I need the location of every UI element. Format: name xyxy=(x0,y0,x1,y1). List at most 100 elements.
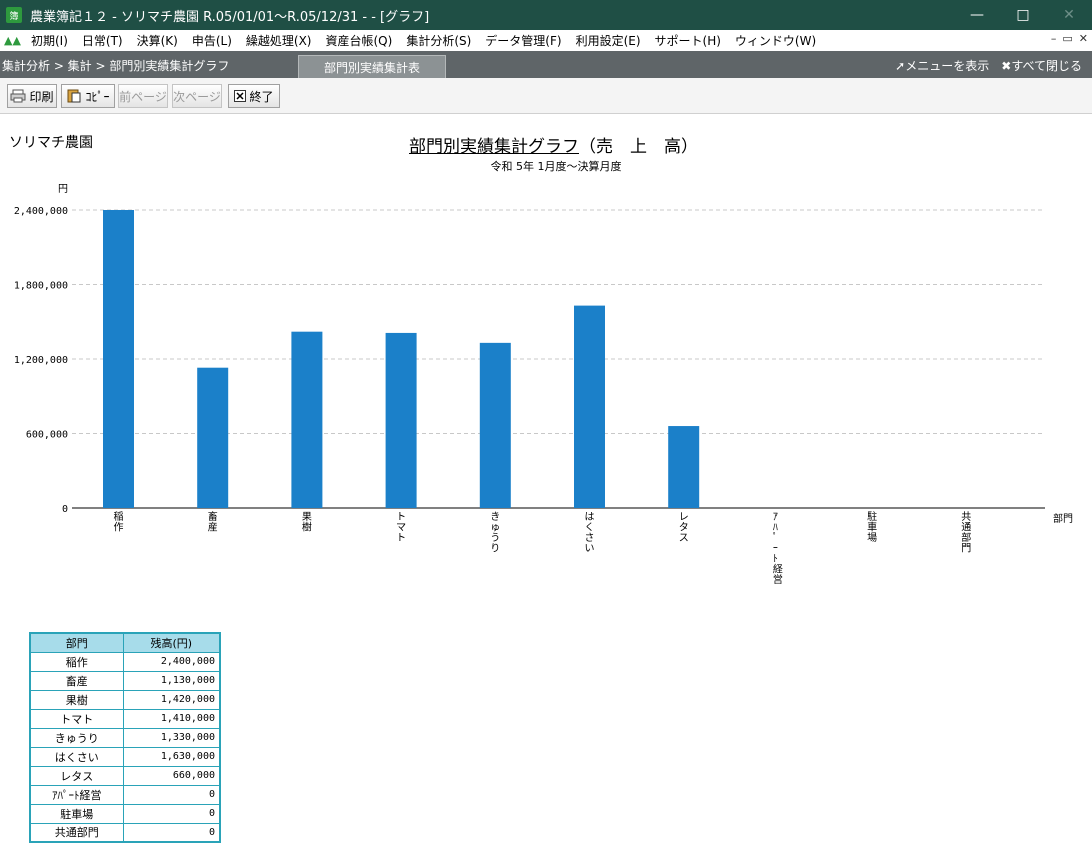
menu-analysis[interactable]: 集計分析(S) xyxy=(399,32,478,49)
bar xyxy=(479,342,511,508)
cell-department: はくさい xyxy=(29,746,124,767)
navigation-bar: 集計分析 > 集計 > 部門別実績集計グラフ 部門別実績集計表 ➚メニューを表示… xyxy=(0,51,1092,78)
data-table: 部門 残高(円) 稲作 2,400,000 畜産 1,130,000 果樹 1,420,0… xyxy=(29,632,221,843)
bar xyxy=(574,305,605,508)
window-title: 農業簿記１２ - ソリマチ農園 R.05/01/01～R.05/12/31 - … xyxy=(30,9,430,25)
cell-balance: 2,400,000 xyxy=(122,651,221,672)
x-tick-label: はくさい xyxy=(585,511,595,555)
table-row: 果樹 1,420,000 xyxy=(29,689,221,710)
print-button[interactable]: 印刷 xyxy=(7,84,57,108)
nav-actions: ➚メニューを表示 ✖すべて閉じる xyxy=(895,57,1082,74)
exit-label: 終了 xyxy=(249,89,274,104)
x-axis-label: 部門 xyxy=(1053,512,1073,525)
table-row: 共通部門 0 xyxy=(29,822,221,843)
table-row: トマト 1,410,000 xyxy=(29,708,221,729)
y-tick-label: 0 xyxy=(62,504,68,515)
close-all-label: すべて閉じる xyxy=(1011,59,1082,73)
x-tick-label: 稲作 xyxy=(114,511,124,534)
show-menu-label: メニューを表示 xyxy=(905,59,990,73)
toolbar: 印刷 ｺﾋﾟｰ 前ページ 次ページ 終了 xyxy=(0,78,1092,114)
y-tick-label: 600,000 xyxy=(26,430,68,441)
bar-chart: 0 600,000 1,200,000 1,800,000 2,400,000 円部門 稲作… xyxy=(14,184,1073,586)
x-tick-label: 共通部門 xyxy=(961,511,971,555)
y-tick-label: 1,800,000 xyxy=(14,281,68,292)
menu-data-management[interactable]: データ管理(F) xyxy=(478,32,568,49)
menu-window[interactable]: ウィンドウ(W) xyxy=(728,32,823,49)
maximize-icon[interactable]: □ xyxy=(1000,0,1046,30)
menu-support[interactable]: サポート(H) xyxy=(648,32,728,49)
cell-balance: 1,420,000 xyxy=(122,689,221,710)
table-row: レタス 660,000 xyxy=(29,765,221,786)
close-icon[interactable]: ✕ xyxy=(1046,0,1092,30)
y-tick-label: 2,400,000 xyxy=(14,206,68,217)
menu-logo-icon: ▲▲ xyxy=(4,34,21,47)
header-balance: 残高(円) xyxy=(122,632,221,653)
printer-icon xyxy=(10,89,26,103)
minimize-icon[interactable]: — xyxy=(954,0,1000,30)
table-row: 駐車場 0 xyxy=(29,803,221,824)
x-tick-label: 畜産 xyxy=(208,510,218,534)
cell-department: 稲作 xyxy=(29,651,124,672)
cell-department: トマト xyxy=(29,708,124,729)
cell-department: 果樹 xyxy=(29,689,124,710)
bar xyxy=(668,426,700,508)
x-tick-label: 果樹 xyxy=(302,511,312,534)
exit-x-icon xyxy=(234,90,247,102)
cell-department: きゅうり xyxy=(29,727,124,748)
bar xyxy=(103,210,134,508)
mdi-controls: – ▭ ✕ xyxy=(1051,32,1088,45)
table-row: ｱﾊﾟｰﾄ経営 0 xyxy=(29,784,221,805)
table-row: 稲作 2,400,000 xyxy=(29,651,221,672)
mdi-restore-icon[interactable]: ▭ xyxy=(1062,32,1072,45)
next-page-button[interactable]: 次ページ xyxy=(172,84,222,108)
cell-balance: 0 xyxy=(122,803,221,824)
cell-department: ｱﾊﾟｰﾄ経営 xyxy=(29,784,124,805)
x-tick-label: きゅうり xyxy=(490,511,500,555)
close-all-button[interactable]: ✖すべて閉じる xyxy=(1001,57,1082,74)
copy-label: ｺﾋﾟｰ xyxy=(85,89,110,104)
cell-balance: 0 xyxy=(122,822,221,843)
breadcrumb: 集計分析 > 集計 > 部門別実績集計グラフ xyxy=(2,59,230,73)
menu-carryover[interactable]: 繰越処理(X) xyxy=(239,32,319,49)
menu-declaration[interactable]: 申告(L) xyxy=(185,32,239,49)
mdi-close-icon[interactable]: ✕ xyxy=(1079,32,1088,45)
bar xyxy=(197,367,229,508)
menu-daily[interactable]: 日常(T) xyxy=(75,32,130,49)
menu-initial[interactable]: 初期(I) xyxy=(24,32,75,49)
menu-asset-ledger[interactable]: 資産台帳(Q) xyxy=(319,32,400,49)
y-axis-label: 円 xyxy=(58,184,68,195)
menu-bar: ▲▲ 初期(I) 日常(T) 決算(K) 申告(L) 繰越処理(X) 資産台帳(… xyxy=(0,30,1092,51)
cell-balance: 660,000 xyxy=(122,765,221,786)
x-tick-label: 駐車場 xyxy=(867,510,877,544)
prev-page-label: 前ページ xyxy=(119,89,167,104)
title-bar: 簿 農業簿記１２ - ソリマチ農園 R.05/01/01～R.05/12/31 … xyxy=(0,0,1092,30)
mdi-minimize-icon[interactable]: – xyxy=(1051,32,1057,45)
show-menu-button[interactable]: ➚メニューを表示 xyxy=(895,57,989,74)
cell-balance: 1,410,000 xyxy=(122,708,221,729)
print-label: 印刷 xyxy=(29,89,54,104)
cell-balance: 1,330,000 xyxy=(122,727,221,748)
menu-settlement[interactable]: 決算(K) xyxy=(130,32,185,49)
table-row: 畜産 1,130,000 xyxy=(29,670,221,691)
y-tick-label: 1,200,000 xyxy=(14,355,68,366)
bar xyxy=(385,332,417,508)
menu-settings[interactable]: 利用設定(E) xyxy=(569,32,648,49)
cell-balance: 1,130,000 xyxy=(122,670,221,691)
clipboard-icon xyxy=(67,89,81,103)
cell-department: レタス xyxy=(29,765,124,786)
x-tick-label: レタス xyxy=(679,512,689,544)
cell-balance: 1,630,000 xyxy=(122,746,221,767)
arrow-up-icon: ➚ xyxy=(895,59,906,73)
window-controls: — □ ✕ xyxy=(954,0,1092,30)
table-header-row: 部門 残高(円) xyxy=(29,632,221,653)
x-icon: ✖ xyxy=(1001,59,1012,73)
exit-button[interactable]: 終了 xyxy=(228,84,280,108)
cell-department: 共通部門 xyxy=(29,822,124,843)
tab-summary-table[interactable]: 部門別実績集計表 xyxy=(298,55,446,78)
header-department: 部門 xyxy=(29,632,124,653)
copy-button[interactable]: ｺﾋﾟｰ xyxy=(61,84,115,108)
cell-department: 畜産 xyxy=(29,670,124,691)
table-row: はくさい 1,630,000 xyxy=(29,746,221,767)
prev-page-button[interactable]: 前ページ xyxy=(118,84,168,108)
app-icon: 簿 xyxy=(6,7,22,23)
